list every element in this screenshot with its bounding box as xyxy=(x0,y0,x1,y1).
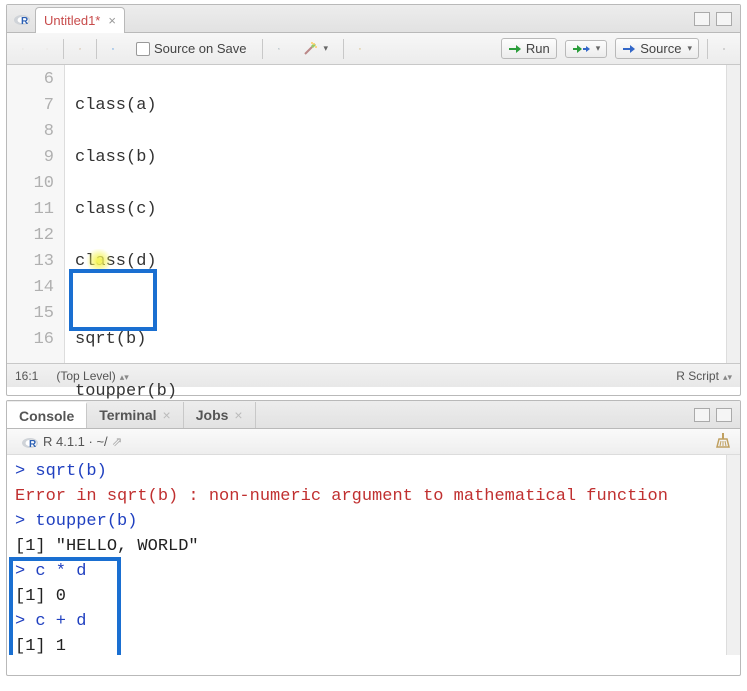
dropdown-caret-icon: ▾ xyxy=(324,43,329,54)
code-line: class(b) xyxy=(75,145,726,171)
dropdown-caret-icon: ▾ xyxy=(596,43,601,54)
line-number: 10 xyxy=(7,171,54,197)
pane-maximize-icon[interactable] xyxy=(716,12,732,26)
pane-maximize-icon[interactable] xyxy=(716,408,732,422)
editor-toolbar: Source on Save ▾ Run ▾ Source ▾ xyxy=(7,33,740,65)
source-pane: R Untitled1* × Source on Save ▾ Run xyxy=(6,4,741,396)
console-line: [1] 1 xyxy=(15,634,732,655)
dropdown-caret-icon: ▾ xyxy=(687,43,692,54)
code-line: class(a) xyxy=(75,93,726,119)
tab-label: Console xyxy=(19,408,74,424)
console-line: [1] "HELLO, WORLD" xyxy=(15,534,732,559)
separator xyxy=(262,39,263,59)
tab-label: Jobs xyxy=(196,407,229,423)
pane-minimize-icon[interactable] xyxy=(694,408,710,422)
line-number: 13 xyxy=(7,249,54,275)
separator xyxy=(96,39,97,59)
line-number: 11 xyxy=(7,197,54,223)
editor-tab-label: Untitled1* xyxy=(44,13,100,28)
tab-console[interactable]: Console xyxy=(7,402,87,428)
line-number: 15 xyxy=(7,301,54,327)
source-on-save-label: Source on Save xyxy=(154,41,247,56)
code-editor[interactable]: 6 7 8 9 10 11 12 13 14 15 16 class(a) cl… xyxy=(7,65,740,363)
console-line: [1] 0 xyxy=(15,584,732,609)
pane-minimize-icon[interactable] xyxy=(694,12,710,26)
line-number: 16 xyxy=(7,327,54,353)
code-line: class(d) xyxy=(75,249,726,275)
show-in-new-window-icon[interactable] xyxy=(72,41,88,57)
clear-console-icon[interactable] xyxy=(714,431,732,452)
console-tabbar: Console Terminal × Jobs × xyxy=(7,401,740,429)
close-tab-icon[interactable]: × xyxy=(163,407,171,423)
separator xyxy=(343,39,344,59)
line-number: 12 xyxy=(7,223,54,249)
console-line: > toupper(b) xyxy=(15,509,732,534)
run-arrow-icon xyxy=(508,43,522,55)
code-tools-icon[interactable]: ▾ xyxy=(295,38,336,60)
r-version-path: R 4.1.1 · ~/ xyxy=(43,434,108,449)
source-label: Source xyxy=(640,41,681,56)
console-line: > c * d xyxy=(15,559,732,584)
console-line: > c + d xyxy=(15,609,732,634)
tab-label: Terminal xyxy=(99,407,156,423)
tab-jobs[interactable]: Jobs × xyxy=(184,402,256,428)
rerun-icon xyxy=(572,43,590,55)
rerun-button[interactable]: ▾ xyxy=(565,40,608,58)
line-number: 9 xyxy=(7,145,54,171)
pane-window-controls xyxy=(694,408,740,422)
console-header: R R 4.1.1 · ~/ ⇗ xyxy=(7,429,740,455)
cursor-position: 16:1 xyxy=(15,369,38,383)
save-icon[interactable] xyxy=(105,41,121,57)
console-line: Error in sqrt(b) : non-numeric argument … xyxy=(15,484,732,509)
editor-scrollbar[interactable] xyxy=(726,65,740,363)
source-arrow-icon xyxy=(622,43,636,55)
separator xyxy=(63,39,64,59)
editor-tabbar: R Untitled1* × xyxy=(7,5,740,33)
line-gutter: 6 7 8 9 10 11 12 13 14 15 16 xyxy=(7,65,65,363)
svg-text:R: R xyxy=(29,439,37,450)
checkbox-icon xyxy=(136,42,150,56)
separator xyxy=(707,39,708,59)
line-number: 7 xyxy=(7,93,54,119)
r-file-icon: R xyxy=(13,10,31,28)
line-number: 14 xyxy=(7,275,54,301)
code-line: class(c) xyxy=(75,197,726,223)
r-logo-icon: R xyxy=(21,433,39,451)
console-output[interactable]: > sqrt(b) Error in sqrt(b) : non-numeric… xyxy=(7,455,740,655)
code-line: sqrt(b) xyxy=(75,327,726,353)
source-on-save-checkbox[interactable]: Source on Save xyxy=(129,38,254,59)
line-number: 6 xyxy=(7,67,54,93)
pane-window-controls xyxy=(694,12,740,26)
run-button[interactable]: Run xyxy=(501,38,557,59)
find-icon[interactable] xyxy=(271,41,287,57)
run-label: Run xyxy=(526,41,550,56)
tab-terminal[interactable]: Terminal × xyxy=(87,402,184,428)
forward-nav-icon[interactable] xyxy=(39,41,55,57)
source-button[interactable]: Source ▾ xyxy=(615,38,699,59)
back-nav-icon[interactable] xyxy=(15,41,31,57)
line-number: 8 xyxy=(7,119,54,145)
editor-tab-untitled1[interactable]: Untitled1* × xyxy=(35,7,125,33)
path-popup-icon[interactable]: ⇗ xyxy=(112,434,123,450)
close-tab-icon[interactable]: × xyxy=(108,13,116,28)
code-area[interactable]: class(a) class(b) class(c) class(d) sqrt… xyxy=(65,65,726,363)
console-pane: Console Terminal × Jobs × R R 4.1.1 · ~/ ⇗… xyxy=(6,400,741,676)
outline-icon[interactable] xyxy=(716,41,732,57)
notebook-icon[interactable] xyxy=(352,41,368,57)
console-scrollbar[interactable] xyxy=(726,455,740,655)
console-line: > sqrt(b) xyxy=(15,459,732,484)
svg-text:R: R xyxy=(21,16,29,27)
close-tab-icon[interactable]: × xyxy=(234,407,242,423)
